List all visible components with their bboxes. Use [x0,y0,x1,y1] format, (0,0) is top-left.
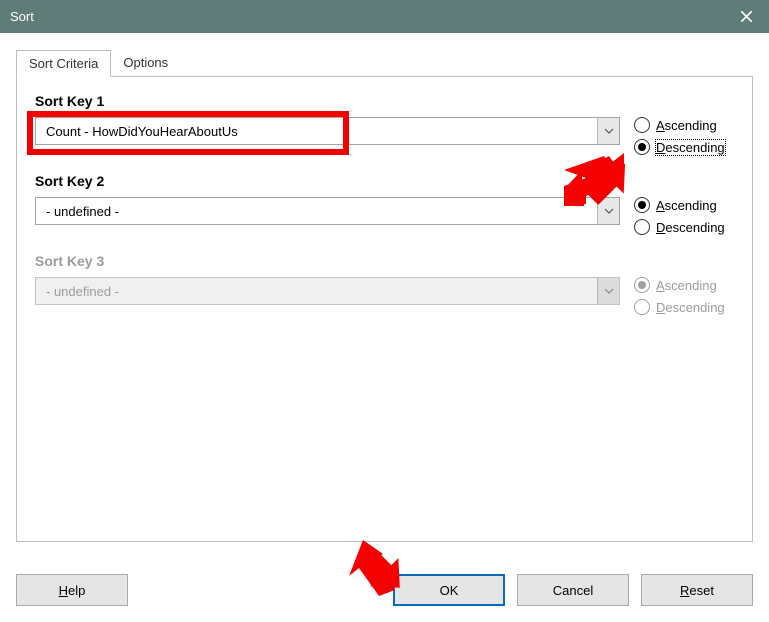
tab-options[interactable]: Options [110,49,181,76]
cancel-button[interactable]: Cancel [517,574,629,606]
radio-icon [634,277,650,293]
title-bar: Sort [0,0,769,33]
tab-sort-criteria[interactable]: Sort Criteria [16,50,111,77]
sort-key-2: Sort Key 2 - undefined - Ascending Des [35,173,734,235]
radio-icon [634,219,650,235]
sort-key-2-label: Sort Key 2 [35,173,734,189]
radio-icon [634,299,650,315]
ok-button[interactable]: OK [393,574,505,606]
ascending-label: Ascending [656,118,717,133]
sort-key-3-dropdown: - undefined - [35,277,620,305]
key2-ascending-radio[interactable]: Ascending [634,197,734,213]
ascending-label: Ascending [656,278,717,293]
key3-ascending-radio: Ascending [634,277,734,293]
sort-key-1-value: Count - HowDidYouHearAboutUs [36,118,597,144]
sort-key-3-label: Sort Key 3 [35,253,734,269]
chevron-down-icon [597,118,619,144]
ascending-label: Ascending [656,198,717,213]
sort-key-1-label: Sort Key 1 [35,93,734,109]
chevron-down-icon [597,278,619,304]
descending-label: Descending [656,140,725,155]
button-bar: Help OK Cancel Reset [16,574,753,606]
radio-icon [634,117,650,133]
key1-descending-radio[interactable]: Descending [634,139,734,155]
radio-icon [634,139,650,155]
key1-ascending-radio[interactable]: Ascending [634,117,734,133]
sort-key-1: Sort Key 1 Count - HowDidYouHearAboutUs … [35,93,734,155]
reset-button[interactable]: Reset [641,574,753,606]
chevron-down-icon [597,198,619,224]
key3-descending-radio: Descending [634,299,734,315]
sort-key-2-dropdown[interactable]: - undefined - [35,197,620,225]
close-icon [740,10,753,23]
key2-descending-radio[interactable]: Descending [634,219,734,235]
window-title: Sort [10,9,34,24]
sort-key-1-dropdown[interactable]: Count - HowDidYouHearAboutUs [35,117,620,145]
radio-icon [634,197,650,213]
help-button[interactable]: Help [16,574,128,606]
descending-label: Descending [656,220,725,235]
descending-label: Descending [656,300,725,315]
sort-key-2-value: - undefined - [36,198,597,224]
sort-key-3: Sort Key 3 - undefined - Ascending Des [35,253,734,315]
tab-bar: Sort Criteria Options [16,49,753,77]
sort-key-3-value: - undefined - [36,278,597,304]
tab-content: Sort Key 1 Count - HowDidYouHearAboutUs … [16,77,753,542]
close-button[interactable] [723,0,769,33]
